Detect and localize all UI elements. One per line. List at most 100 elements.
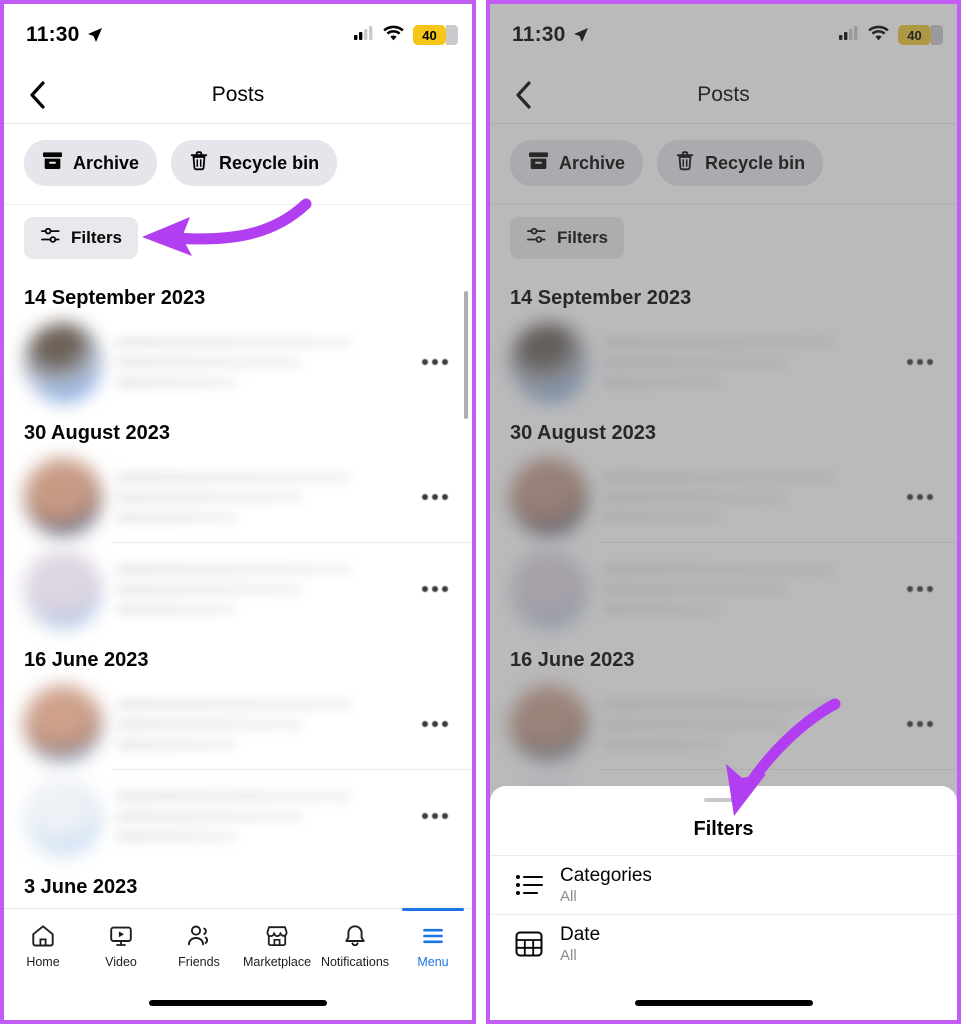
tab-menu[interactable]: Menu xyxy=(394,908,472,969)
date-header: 14 September 2023 xyxy=(24,287,206,309)
avatar xyxy=(24,458,102,536)
bottom-tab-bar: Home Video Friends Marketplace Notificat… xyxy=(4,908,472,986)
table-row[interactable] xyxy=(490,451,957,543)
post-preview-text xyxy=(102,698,418,750)
date-header: 14 September 2023 xyxy=(510,287,692,309)
date-header: 30 August 2023 xyxy=(510,422,656,444)
table-row[interactable] xyxy=(4,678,472,770)
filters-row: Filters xyxy=(4,205,472,273)
filters-label: Filters xyxy=(71,228,123,247)
ellipsis-icon[interactable] xyxy=(418,799,452,833)
bell-icon xyxy=(345,925,365,947)
back-button[interactable] xyxy=(22,78,52,112)
cellular-signal-icon xyxy=(354,25,374,45)
table-row[interactable] xyxy=(4,316,472,408)
table-row[interactable] xyxy=(490,678,957,770)
filter-value: All xyxy=(560,888,577,905)
chevron-left-icon xyxy=(30,80,45,109)
marketplace-icon xyxy=(266,926,288,946)
tab-label: Marketplace xyxy=(242,955,312,969)
tab-label: Friends xyxy=(178,955,220,969)
battery-indicator: 40 xyxy=(898,25,943,45)
archive-button[interactable]: Archive xyxy=(24,140,158,186)
tab-home[interactable]: Home xyxy=(4,917,82,969)
calendar-grid-icon xyxy=(512,927,546,961)
date-header: 16 June 2023 xyxy=(510,649,635,671)
ellipsis-icon[interactable] xyxy=(418,480,452,514)
tab-label: Home xyxy=(26,955,60,969)
filters-label: Filters xyxy=(557,228,609,247)
ellipsis-icon[interactable] xyxy=(903,572,937,606)
avatar xyxy=(510,458,588,536)
tab-friends[interactable]: Friends xyxy=(160,917,238,969)
avatar xyxy=(24,323,102,401)
post-preview-text xyxy=(102,790,418,842)
filters-button[interactable]: Filters xyxy=(510,217,625,259)
sliders-icon xyxy=(40,226,61,250)
recycle-bin-button[interactable]: Recycle bin xyxy=(657,140,824,186)
location-arrow-icon xyxy=(87,27,103,43)
table-row[interactable] xyxy=(4,451,472,543)
recycle-bin-label: Recycle bin xyxy=(705,152,806,173)
recycle-bin-label: Recycle bin xyxy=(219,152,320,173)
tab-marketplace[interactable]: Marketplace xyxy=(238,917,316,969)
posts-feed[interactable]: 14 September 2023 30 August 2023 16 June… xyxy=(4,273,472,908)
avatar xyxy=(510,685,588,763)
hamburger-menu-icon xyxy=(423,928,443,944)
status-bar-left: 11:30 xyxy=(512,23,589,47)
battery-indicator: 40 xyxy=(413,25,458,45)
avatar xyxy=(24,685,102,763)
phone-panel-left: 11:30 40 Posts Archive Recycle bin Filte… xyxy=(0,0,476,1024)
tab-label: Menu xyxy=(417,955,449,969)
recycle-bin-button[interactable]: Recycle bin xyxy=(171,140,338,186)
filter-row-date[interactable]: Date All xyxy=(490,914,957,973)
filter-row-text: Categories All xyxy=(560,865,652,905)
filters-bottom-sheet: Filters Categories All Date All xyxy=(490,786,957,1020)
status-time: 11:30 xyxy=(26,23,80,46)
phone-screen-left: 11:30 40 Posts Archive Recycle bin Filte… xyxy=(4,4,472,1020)
wifi-icon xyxy=(868,25,889,46)
post-preview-text xyxy=(102,563,418,615)
table-row[interactable] xyxy=(4,543,472,635)
post-preview-text xyxy=(588,563,903,615)
ellipsis-icon[interactable] xyxy=(418,707,452,741)
status-bar-left: 11:30 xyxy=(26,23,103,47)
chips-row: Archive Recycle bin xyxy=(4,124,472,205)
post-preview-text xyxy=(588,336,903,388)
chevron-left-icon xyxy=(516,80,531,109)
ellipsis-icon[interactable] xyxy=(903,345,937,379)
tab-notifications[interactable]: Notifications xyxy=(316,917,394,969)
ellipsis-icon[interactable] xyxy=(418,572,452,606)
screenshot-stage: 11:30 40 Posts Archive Recycle bin Filte… xyxy=(0,0,961,1024)
table-row[interactable] xyxy=(490,543,957,635)
filters-button[interactable]: Filters xyxy=(24,217,139,259)
archive-box-icon xyxy=(528,150,549,176)
ellipsis-icon[interactable] xyxy=(903,480,937,514)
friends-icon xyxy=(187,925,208,946)
ellipsis-icon[interactable] xyxy=(903,707,937,741)
tab-label: Notifications xyxy=(320,955,390,969)
avatar xyxy=(24,550,102,628)
cellular-signal-icon xyxy=(839,25,859,45)
filters-row: Filters xyxy=(490,205,957,273)
archive-button[interactable]: Archive xyxy=(510,140,644,186)
post-preview-text xyxy=(588,698,903,750)
back-button[interactable] xyxy=(508,78,538,112)
table-row[interactable] xyxy=(4,770,472,862)
filter-value: All xyxy=(560,947,577,964)
post-preview-text xyxy=(102,336,418,388)
status-bar-right: 40 xyxy=(839,25,943,46)
wifi-icon xyxy=(383,25,404,46)
archive-box-icon xyxy=(42,150,63,176)
post-preview-text xyxy=(588,471,903,523)
ellipsis-icon[interactable] xyxy=(418,345,452,379)
status-bar: 11:30 40 xyxy=(4,4,472,66)
filter-row-categories[interactable]: Categories All xyxy=(490,855,957,914)
tab-video[interactable]: Video xyxy=(82,917,160,969)
video-icon xyxy=(110,926,132,946)
avatar xyxy=(510,550,588,628)
date-header: 16 June 2023 xyxy=(24,649,149,671)
table-row[interactable] xyxy=(490,316,957,408)
home-indicator xyxy=(490,986,957,1020)
status-time: 11:30 xyxy=(512,23,566,46)
